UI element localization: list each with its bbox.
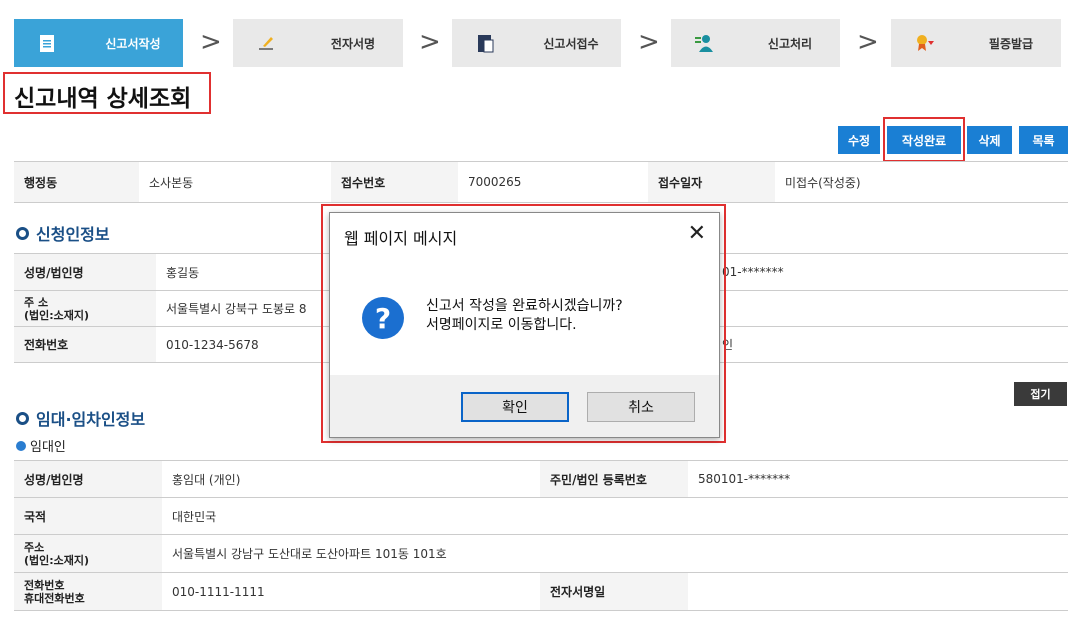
summary-table: 행정동 소사본동 접수번호 7000265 접수일자 미접수(작성중): [14, 161, 1068, 203]
list-button[interactable]: 목록: [1019, 126, 1068, 154]
lessor-addr-value: 서울특별시 강남구 도산대로 도산아파트 101동 101호: [162, 534, 1068, 573]
lessor-name-value: 홍임대 (개인): [162, 460, 540, 498]
lessor-subtitle: 임대인: [16, 436, 66, 455]
lessor-name-label: 성명/법인명: [14, 460, 162, 498]
applicant-section-title: 신청인정보: [16, 221, 110, 245]
receipt-date-value: 미접수(작성중): [775, 161, 1068, 203]
step-process[interactable]: 신고처리: [671, 19, 840, 67]
cancel-button[interactable]: 취소: [587, 392, 695, 422]
dialog-message: 신고서 작성을 완료하시겠습니까? 서명페이지로 이동합니다.: [426, 298, 623, 333]
dialog-title: 웹 페이지 메시지: [344, 229, 458, 248]
step-label: 신고서작성: [105, 37, 161, 51]
file-submit-icon: [478, 35, 494, 53]
question-icon: ?: [362, 297, 404, 339]
receipt-no-label: 접수번호: [331, 161, 458, 203]
step-label: 신고서접수: [543, 37, 599, 51]
page-title: 신고내역 상세조회: [3, 72, 211, 114]
applicant-id-value: 01-*******: [712, 253, 1068, 291]
document-icon: [40, 35, 54, 52]
close-icon[interactable]: ✕: [688, 221, 706, 246]
delete-button[interactable]: 삭제: [967, 126, 1012, 154]
applicant-addr-label: 주 소 (법인:소재지): [14, 290, 156, 327]
lessor-addr-label: 주소 (법인:소재지): [14, 534, 162, 573]
lease-section-title: 임대·임차인정보: [16, 406, 145, 430]
bullet-icon: [16, 440, 26, 451]
step-label: 신고처리: [767, 37, 813, 51]
certificate-icon: [917, 35, 934, 51]
step-arrow: >: [857, 27, 879, 57]
person-process-icon: [695, 35, 713, 52]
lessor-id-label: 주민/법인 등록번호: [540, 460, 688, 498]
section-circle-icon: [16, 226, 29, 240]
dialog-footer: 확인 취소: [330, 375, 719, 437]
confirm-dialog: 웹 페이지 메시지 ✕ ? 신고서 작성을 완료하시겠습니까? 서명페이지로 이…: [329, 212, 720, 438]
ok-button[interactable]: 확인: [461, 392, 569, 422]
dong-value: 소사본동: [139, 161, 331, 203]
receipt-date-label: 접수일자: [648, 161, 775, 203]
applicant-right-partial: 인: [712, 326, 1068, 363]
lessor-nation-value: 대한민국: [162, 497, 1068, 535]
complete-button-highlight: [883, 117, 965, 162]
lessor-id-value: 580101-*******: [688, 460, 1068, 498]
receipt-no-value: 7000265: [458, 161, 648, 203]
pen-sign-icon: [259, 37, 273, 50]
lessor-phone-value: 010-1111-1111: [162, 572, 540, 611]
section-circle-icon: [16, 411, 29, 425]
edit-button[interactable]: 수정: [838, 126, 880, 154]
lessor-esign-value: [688, 572, 1068, 611]
fold-button[interactable]: 접기: [1014, 382, 1067, 406]
step-label: 필증발급: [988, 37, 1034, 51]
applicant-phone-label: 전화번호: [14, 326, 156, 363]
lessor-table: 성명/법인명 홍임대 (개인) 주민/법인 등록번호 580101-******…: [14, 460, 1068, 611]
dong-label: 행정동: [14, 161, 139, 203]
applicant-name-label: 성명/법인명: [14, 253, 156, 291]
lessor-phone-label: 전화번호 휴대전화번호: [14, 572, 162, 611]
step-submit[interactable]: 신고서접수: [452, 19, 621, 67]
step-arrow: >: [638, 27, 660, 57]
step-write[interactable]: 신고서작성: [14, 19, 183, 67]
step-sign[interactable]: 전자서명: [233, 19, 403, 67]
lessor-nation-label: 국적: [14, 497, 162, 535]
progress-steps: 신고서작성 > 전자서명 > 신고서접수 > 신고처리 > 필증발급: [14, 19, 1062, 67]
step-certificate[interactable]: 필증발급: [891, 19, 1061, 67]
step-arrow: >: [200, 27, 222, 57]
step-arrow: >: [419, 27, 441, 57]
step-label: 전자서명: [330, 37, 376, 51]
lessor-esign-label: 전자서명일: [540, 572, 688, 611]
